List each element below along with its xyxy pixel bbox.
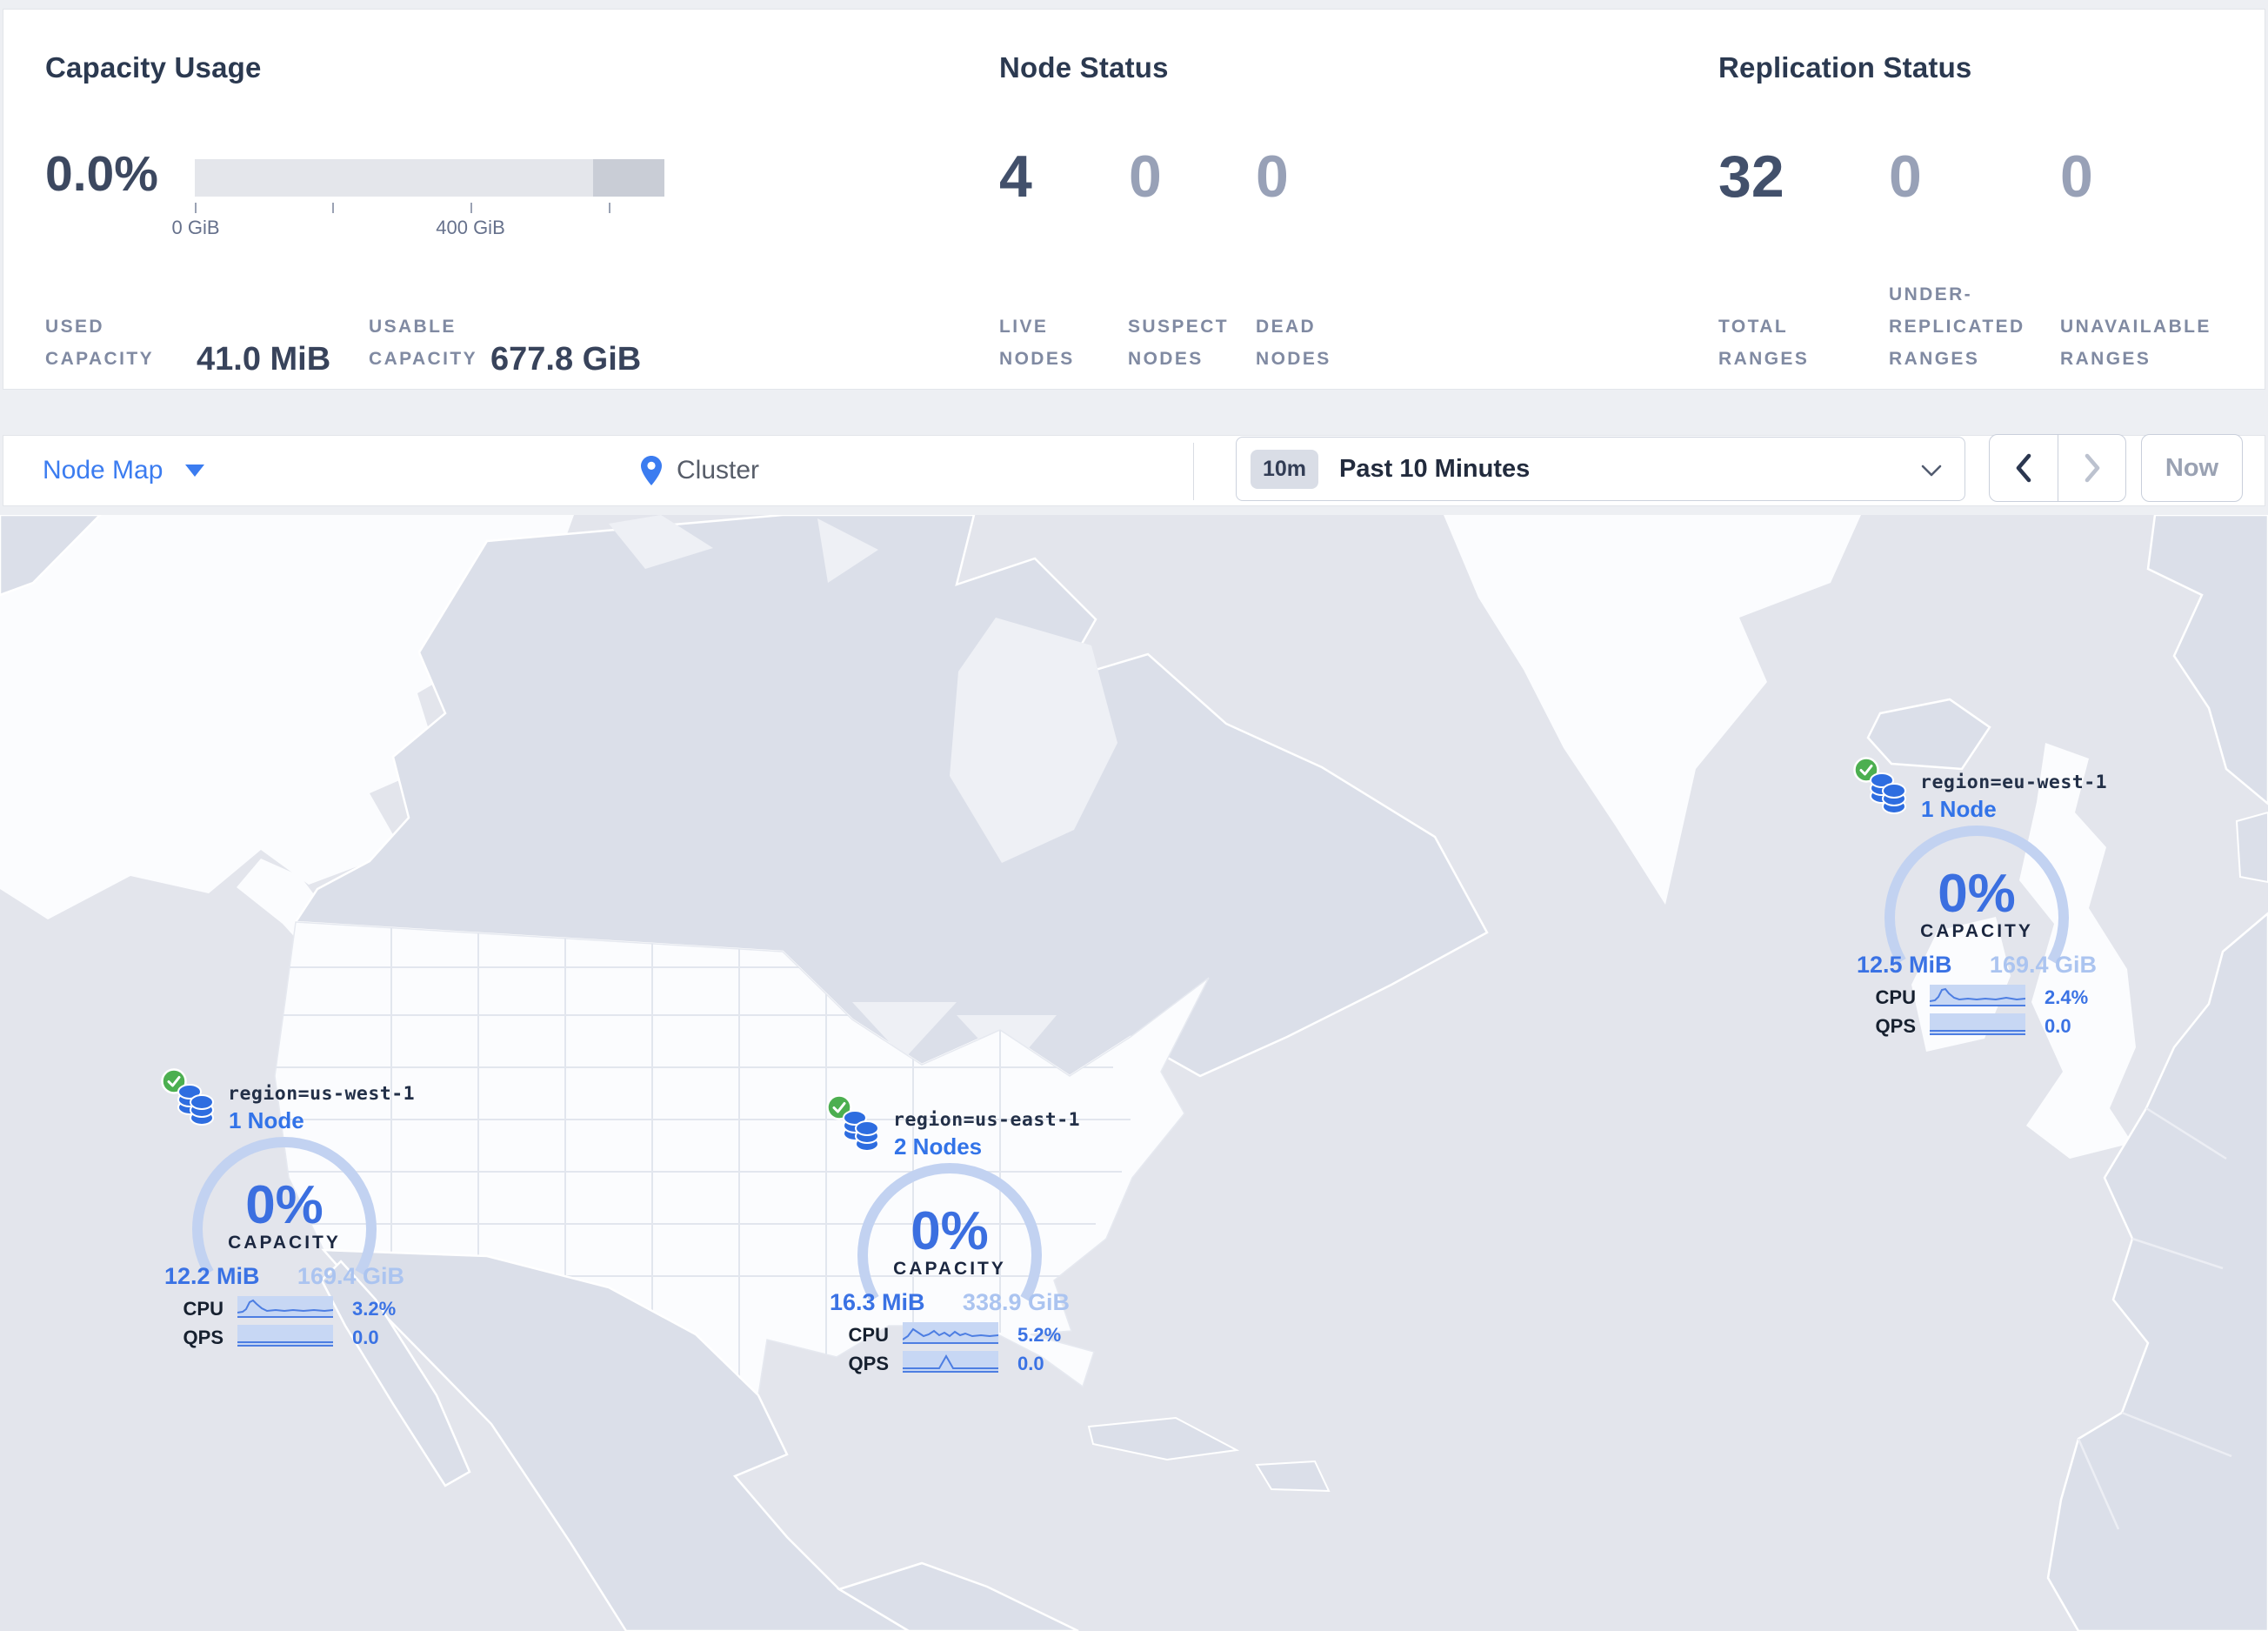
capacity-percent: 0.0% — [45, 146, 158, 202]
time-range-arrows — [1989, 434, 2126, 502]
chevron-down-icon — [1921, 465, 1942, 477]
axis-tick — [195, 203, 197, 213]
qps-value: 0.0 — [352, 1327, 379, 1348]
time-range-badge: 10m — [1251, 449, 1319, 489]
database-icon — [1870, 772, 1906, 814]
axis-tick — [470, 203, 472, 213]
view-selector[interactable]: Node Map — [43, 436, 205, 505]
under-replicated-ranges-count: 0 — [1889, 144, 1922, 210]
qps-label: QPS — [1875, 1015, 1916, 1037]
region-marker-us-east-1[interactable]: region=us-east-1 2 Nodes 0% CAPACITY 16.… — [819, 1094, 1080, 1386]
capacity-gauge-percent: 0% — [911, 1201, 989, 1261]
database-icon — [843, 1110, 879, 1152]
region-used-capacity: 12.2 MiB — [164, 1263, 260, 1289]
live-nodes-count: 4 — [999, 144, 1032, 210]
cpu-label: CPU — [183, 1298, 223, 1320]
toolbar-divider — [1193, 443, 1194, 500]
qps-sparkline — [237, 1325, 333, 1347]
cluster-summary-bar: Capacity Usage 0.0% 0 GiB 400 GiB USED C… — [3, 9, 2265, 390]
qps-value: 0.0 — [1017, 1353, 1044, 1374]
used-capacity-label: USED CAPACITY — [45, 317, 154, 369]
used-capacity-value: 41.0 MiB — [197, 341, 331, 378]
capacity-gauge-label: CAPACITY — [1920, 921, 2033, 941]
cpu-sparkline — [237, 1296, 333, 1318]
region-label: region=eu-west-1 — [1920, 772, 2108, 793]
capacity-gauge-percent: 0% — [245, 1175, 324, 1235]
usable-capacity-label: USABLE CAPACITY — [369, 317, 477, 369]
cpu-sparkline — [903, 1322, 998, 1344]
qps-value: 0.0 — [2045, 1015, 2071, 1037]
cpu-sparkline — [1930, 985, 2025, 1006]
replication-status-title: Replication Status — [1718, 51, 1972, 84]
total-ranges-count: 32 — [1718, 144, 1784, 210]
region-used-capacity: 12.5 MiB — [1857, 952, 1952, 978]
caret-down-icon — [185, 465, 205, 477]
map-toolbar: Node Map Cluster 10m Past 10 Minutes Now — [3, 434, 2265, 506]
dead-nodes-label: DEAD NODES — [1256, 317, 1331, 369]
region-total-capacity: 169.4 GiB — [1989, 952, 2097, 978]
region-node-count: 1 Node — [229, 1107, 304, 1133]
node-map[interactable]: region=us-west-1 1 Node 0% CAPACITY 12.2… — [0, 515, 2268, 1631]
prev-range-button[interactable] — [1990, 435, 2058, 501]
now-button-label: Now — [2165, 453, 2219, 482]
axis-tick-label-400: 400 GiB — [436, 217, 505, 238]
region-marker-eu-west-1[interactable]: region=eu-west-1 1 Node 0% CAPACITY 12.5… — [1846, 757, 2107, 1048]
region-used-capacity: 16.3 MiB — [830, 1289, 925, 1315]
region-label: region=us-west-1 — [228, 1083, 416, 1105]
now-button[interactable]: Now — [2141, 434, 2243, 502]
chevron-right-icon — [2085, 453, 2099, 483]
usable-capacity-value: 677.8 GiB — [490, 341, 642, 378]
capacity-bar — [195, 159, 664, 197]
capacity-gauge-label: CAPACITY — [893, 1259, 1006, 1279]
total-ranges-label: TOTAL RANGES — [1718, 317, 1810, 369]
cpu-value: 2.4% — [2045, 986, 2089, 1008]
chevron-left-icon — [2016, 453, 2031, 483]
region-node-count: 2 Nodes — [894, 1133, 983, 1160]
region-total-capacity: 169.4 GiB — [297, 1263, 404, 1289]
region-marker-us-west-1[interactable]: region=us-west-1 1 Node 0% CAPACITY 12.2… — [154, 1068, 415, 1360]
live-nodes-label: LIVE NODES — [999, 317, 1075, 369]
next-range-button[interactable] — [2058, 435, 2125, 501]
cpu-label: CPU — [848, 1324, 889, 1346]
breadcrumb[interactable]: Cluster — [641, 436, 759, 505]
capacity-gauge-percent: 0% — [1938, 864, 2016, 924]
capacity-bar-reserved-segment — [593, 159, 664, 197]
database-icon — [177, 1084, 214, 1126]
region-total-capacity: 338.9 GiB — [962, 1289, 1070, 1315]
cpu-label: CPU — [1875, 986, 1916, 1008]
axis-tick — [332, 203, 334, 213]
cpu-value: 5.2% — [1017, 1324, 1062, 1346]
region-node-count: 1 Node — [1921, 796, 1997, 822]
view-selector-label: Node Map — [43, 456, 163, 485]
under-replicated-ranges-label: UNDER-REPLICATED RANGES — [1889, 284, 2025, 369]
cockroachdb-cluster-overview: { "summary": { "capacity": { "title": "C… — [0, 0, 2268, 1631]
node-status-title: Node Status — [999, 51, 1169, 84]
unavailable-ranges-count: 0 — [2060, 144, 2093, 210]
dead-nodes-count: 0 — [1256, 144, 1289, 210]
qps-sparkline — [903, 1351, 998, 1373]
qps-label: QPS — [848, 1353, 889, 1374]
region-label: region=us-east-1 — [893, 1109, 1081, 1131]
map-pin-icon — [641, 456, 662, 485]
capacity-usage-title: Capacity Usage — [45, 51, 262, 84]
qps-label: QPS — [183, 1327, 223, 1348]
unavailable-ranges-label: UNAVAILABLE RANGES — [2060, 317, 2211, 369]
time-range-dropdown[interactable]: 10m Past 10 Minutes — [1236, 437, 1965, 501]
suspect-nodes-count: 0 — [1129, 144, 1162, 210]
axis-tick-label-0: 0 GiB — [171, 217, 220, 238]
breadcrumb-label: Cluster — [677, 456, 760, 485]
suspect-nodes-label: SUSPECT NODES — [1128, 317, 1229, 369]
time-range-value: Past 10 Minutes — [1339, 454, 1531, 483]
capacity-gauge-label: CAPACITY — [228, 1233, 341, 1253]
cpu-value: 3.2% — [352, 1298, 397, 1320]
qps-sparkline — [1930, 1013, 2025, 1035]
axis-tick — [609, 203, 610, 213]
